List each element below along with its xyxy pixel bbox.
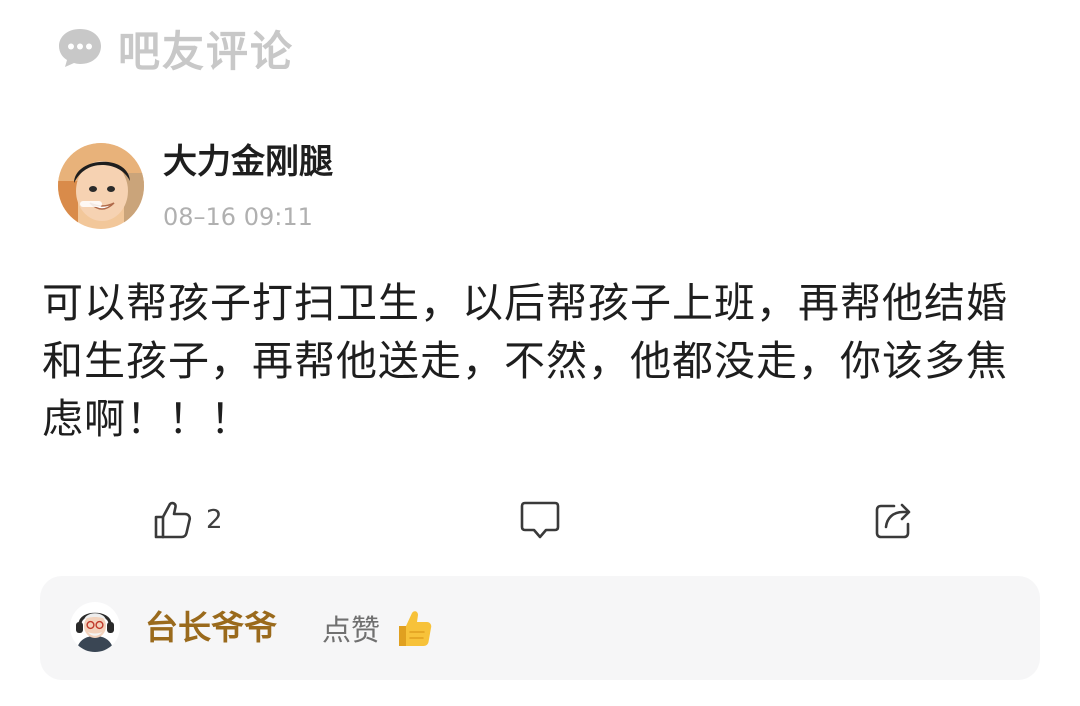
chat-bubble-icon xyxy=(59,29,101,67)
share-icon xyxy=(875,503,911,539)
section-title: 吧友评论 xyxy=(118,26,295,76)
like-action-text: 点赞 xyxy=(322,613,381,647)
like-count: 2 xyxy=(206,505,223,535)
author-name[interactable]: 大力金刚腿 xyxy=(163,140,333,184)
comment-page: 吧友评论 大力金刚腿 08–16 09:11 可以帮孩子打扫卫生，以后帮孩子上班… xyxy=(0,0,1080,706)
section-header: 吧友评论 xyxy=(56,20,294,76)
comment-text: 可以帮孩子打扫卫生，以后帮孩子上班，再帮他结婚和生孩子，再帮他送走，不然，他都没… xyxy=(42,279,1008,443)
thumbs-up-emoji-icon xyxy=(399,611,432,646)
comment-timestamp: 08–16 09:11 xyxy=(163,203,313,231)
like-button[interactable]: 2 xyxy=(152,496,223,544)
likes-row: 台长爷爷 点赞 xyxy=(40,576,1040,680)
share-button[interactable] xyxy=(872,496,916,544)
thumbs-up-icon xyxy=(154,501,192,539)
comment-actions: 2 xyxy=(0,496,1080,544)
reply-button[interactable] xyxy=(518,496,562,544)
liker-avatar[interactable] xyxy=(70,602,120,652)
liker-name[interactable]: 台长爷爷 xyxy=(145,606,277,650)
reply-bubble-icon xyxy=(520,501,560,539)
author-avatar[interactable] xyxy=(58,143,144,229)
